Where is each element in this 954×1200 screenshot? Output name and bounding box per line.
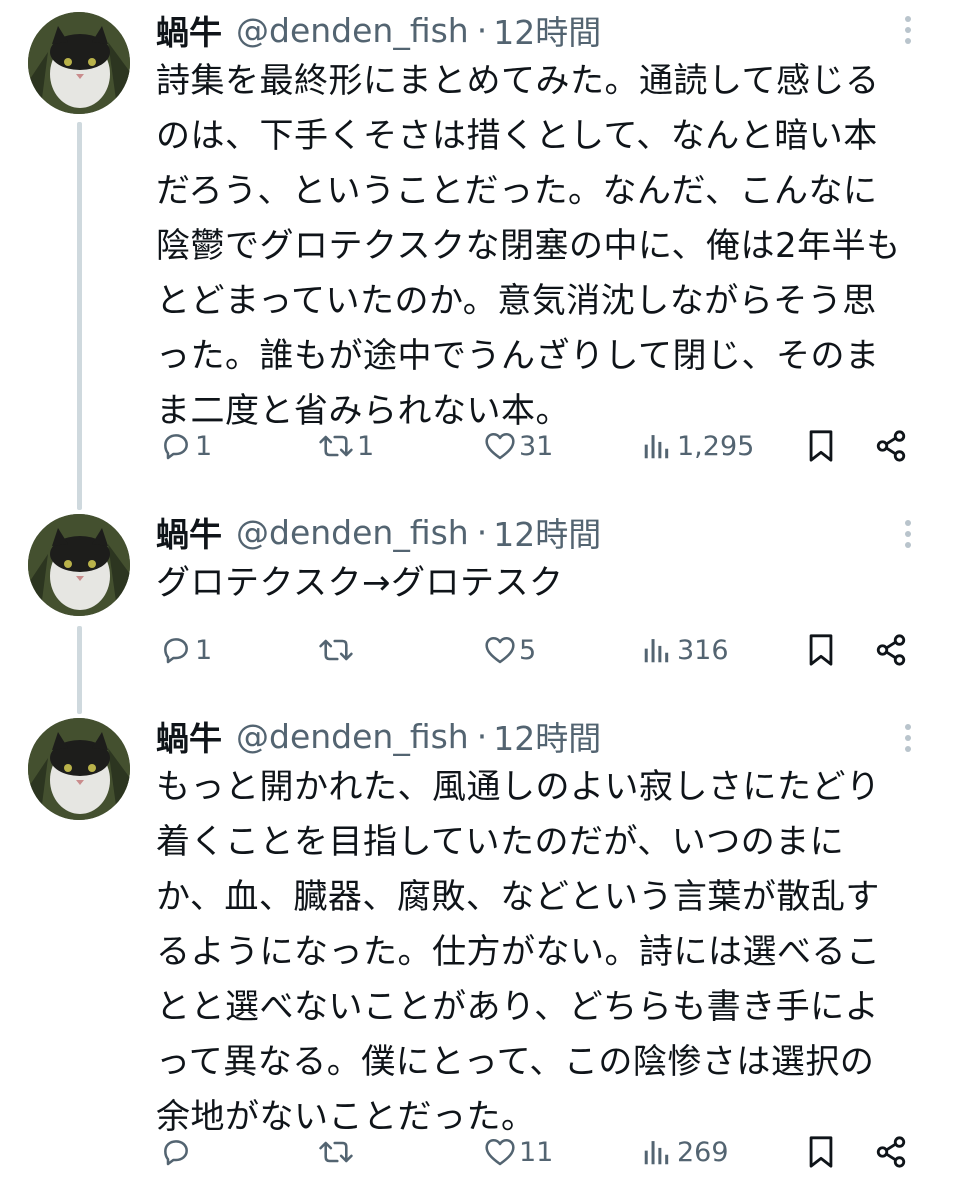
share-icon bbox=[876, 430, 906, 462]
avatar[interactable] bbox=[28, 12, 130, 114]
share-button[interactable] bbox=[874, 628, 908, 672]
retweet-button[interactable] bbox=[318, 1130, 357, 1174]
reply-count: 1 bbox=[195, 430, 213, 462]
timestamp[interactable]: 12時間 bbox=[493, 6, 601, 54]
timestamp[interactable]: 12時間 bbox=[493, 712, 601, 760]
tweet-actions: 1 1 31 1,295 bbox=[0, 424, 954, 468]
reply-button[interactable]: 1 bbox=[160, 424, 212, 468]
tweet-text: もっと開かれた、風通しのよい寂しさにたどり 着くことを目指していたのだが、いつの… bbox=[156, 767, 881, 1137]
views-button[interactable]: 269 bbox=[640, 1130, 729, 1174]
reply-button[interactable] bbox=[160, 1130, 195, 1174]
heart-icon bbox=[485, 637, 515, 664]
tweet[interactable]: 蝸牛 @denden_fish · 12時間 グロテクスク→グロテスク 1 5 … bbox=[0, 500, 954, 710]
more-icon[interactable] bbox=[900, 514, 916, 554]
share-icon bbox=[876, 634, 906, 666]
retweet-count: 1 bbox=[357, 430, 375, 462]
tweet-actions: 1 5 316 bbox=[0, 628, 954, 672]
like-count: 5 bbox=[519, 634, 537, 666]
views-button[interactable]: 316 bbox=[640, 628, 729, 672]
tweet-text: グロテクスク→グロテスク bbox=[156, 563, 564, 603]
reply-icon bbox=[164, 434, 188, 460]
cat-avatar-image bbox=[28, 718, 130, 820]
tweet-header: 蝸牛 @denden_fish · 12時間 bbox=[156, 716, 601, 759]
more-icon[interactable] bbox=[900, 718, 916, 758]
view-count: 316 bbox=[677, 634, 729, 666]
heart-icon bbox=[485, 433, 515, 460]
display-name[interactable]: 蝸牛 bbox=[156, 712, 222, 760]
more-icon[interactable] bbox=[900, 10, 916, 50]
view-count: 269 bbox=[677, 1136, 729, 1168]
retweet-button[interactable]: 1 bbox=[318, 424, 374, 468]
bookmark-icon bbox=[809, 430, 833, 462]
tweet-header: 蝸牛 @denden_fish · 12時間 bbox=[156, 10, 601, 53]
bookmark-button[interactable] bbox=[806, 1130, 836, 1174]
user-handle[interactable]: @denden_fish bbox=[236, 717, 469, 756]
bookmark-button[interactable] bbox=[806, 628, 836, 672]
like-count: 31 bbox=[519, 430, 554, 462]
share-button[interactable] bbox=[874, 1130, 908, 1174]
tweet[interactable]: 蝸牛 @denden_fish · 12時間 もっと開かれた、風通しのよい寂しさ… bbox=[0, 710, 954, 1200]
views-icon bbox=[644, 435, 669, 459]
views-button[interactable]: 1,295 bbox=[640, 424, 754, 468]
tweet-header: 蝸牛 @denden_fish · 12時間 bbox=[156, 512, 601, 555]
share-icon bbox=[876, 1136, 906, 1168]
like-button[interactable]: 11 bbox=[484, 1130, 553, 1174]
display-name[interactable]: 蝸牛 bbox=[156, 6, 222, 54]
user-handle[interactable]: @denden_fish bbox=[236, 11, 469, 50]
bookmark-icon bbox=[809, 1136, 833, 1168]
retweet-icon bbox=[319, 435, 353, 457]
tweet[interactable]: 蝸牛 @denden_fish · 12時間 詩集を最終形にまとめてみた。通読し… bbox=[0, 0, 954, 500]
avatar[interactable] bbox=[28, 514, 130, 616]
like-button[interactable]: 31 bbox=[484, 424, 553, 468]
reply-count: 1 bbox=[195, 634, 213, 666]
tweet-actions: 11 269 bbox=[0, 1130, 954, 1174]
display-name[interactable]: 蝸牛 bbox=[156, 508, 222, 556]
reply-icon bbox=[164, 638, 188, 664]
cat-avatar-image bbox=[28, 514, 130, 616]
cat-avatar-image bbox=[28, 12, 130, 114]
user-handle[interactable]: @denden_fish bbox=[236, 513, 469, 552]
heart-icon bbox=[485, 1139, 515, 1166]
avatar[interactable] bbox=[28, 718, 130, 820]
retweet-icon bbox=[319, 1141, 353, 1163]
timestamp[interactable]: 12時間 bbox=[493, 508, 601, 556]
bookmark-icon bbox=[809, 634, 833, 666]
views-icon bbox=[644, 1141, 669, 1165]
retweet-icon bbox=[319, 639, 353, 661]
bookmark-button[interactable] bbox=[806, 424, 836, 468]
reply-button[interactable]: 1 bbox=[160, 628, 212, 672]
separator-dot: · bbox=[476, 512, 488, 552]
retweet-button[interactable] bbox=[318, 628, 357, 672]
reply-icon bbox=[164, 1140, 188, 1166]
separator-dot: · bbox=[476, 716, 488, 756]
tweet-text: 詩集を最終形にまとめてみた。通読して感じる のは、下手くそさは措くとして、なんと… bbox=[156, 61, 901, 431]
view-count: 1,295 bbox=[677, 430, 755, 462]
like-button[interactable]: 5 bbox=[484, 628, 536, 672]
like-count: 11 bbox=[519, 1136, 554, 1168]
views-icon bbox=[644, 639, 669, 663]
share-button[interactable] bbox=[874, 424, 908, 468]
separator-dot: · bbox=[476, 10, 488, 50]
